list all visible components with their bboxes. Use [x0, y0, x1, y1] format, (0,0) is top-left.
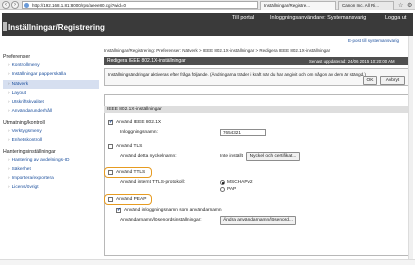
use-login-as-user-label: Använd inloggningsnamn som användarnamn: [124, 208, 222, 213]
sidebar-item-paper-source[interactable]: Inställningar papperskälla: [8, 72, 66, 77]
globe-icon: [24, 3, 29, 8]
star-icon[interactable]: ☆: [398, 2, 403, 9]
login-name-input[interactable]: 7654321: [220, 129, 266, 136]
sidebar-item-print-quality[interactable]: Utskriftskvalitet: [8, 100, 44, 105]
browser-tab-active[interactable]: Inställningar/Registre...: [260, 1, 336, 10]
sidebar-item-network[interactable]: Nätverk: [8, 82, 29, 87]
forward-button[interactable]: ›: [11, 1, 19, 9]
sidebar-item-layout[interactable]: Layout: [8, 91, 26, 96]
tab-title-2: Canon Inc. All Ri...: [342, 3, 380, 8]
section-title: IEEE 802.1X-inställningar: [104, 106, 411, 113]
address-url: http://192.168.1.81:8000/rps/aeee80.cgi?…: [32, 3, 126, 8]
ttls-protocol-label: Använd internt TTLS-protokoll:: [120, 180, 185, 185]
sidebar-section-preferences: Preferenser: [3, 54, 31, 60]
username-password-label: Användarnamn/lösenordsinställningar:: [120, 218, 202, 223]
use-peap-checkbox[interactable]: [108, 197, 113, 202]
key-certificate-button[interactable]: Nyckel och certifikat...: [246, 152, 300, 161]
last-updated: Senast uppdaterad: 24/06 2015 10:20:00 A…: [309, 59, 395, 64]
page-title: Inställningar/Registrering: [8, 23, 105, 32]
sidebar-item-device-control[interactable]: Enhetskontroll: [8, 138, 42, 143]
back-button[interactable]: ‹: [2, 1, 10, 9]
portal-link[interactable]: Till portal: [232, 15, 254, 21]
use-tls-label: Använd TLS: [116, 144, 143, 149]
sidebar-item-import-export[interactable]: Importera/exportera: [8, 176, 54, 181]
sidebar-item-tools[interactable]: Verktygsmeny: [8, 129, 42, 134]
use-tls-checkbox[interactable]: [108, 144, 113, 149]
ok-button[interactable]: OK: [363, 76, 377, 85]
login-user-label: Inloggningsanvändare: Systemansvarig: [270, 15, 367, 21]
gear-icon[interactable]: ⚙: [407, 2, 412, 9]
use-ttls-label: Använd TTLS: [116, 170, 146, 175]
mail-admin-link[interactable]: E-post till systemansvarig: [348, 38, 399, 43]
logout-link[interactable]: Logga ut: [385, 15, 406, 21]
vertical-scrollbar[interactable]: [408, 36, 413, 260]
sidebar-item-user-maintenance[interactable]: Användarunderhåll: [8, 109, 52, 114]
block-title: Redigera IEEE 802.1X-inställningar: [107, 58, 186, 64]
login-name-label: Inloggningsnamn:: [120, 130, 158, 135]
pap-label: PAP: [227, 187, 237, 192]
use-ieee-checkbox[interactable]: ✓: [108, 120, 113, 125]
address-bar[interactable]: http://192.168.1.81:8000/rps/aeee80.cgi?…: [22, 1, 258, 9]
cancel-button[interactable]: Avbryt: [380, 76, 405, 85]
sidebar-item-license[interactable]: Licens/övrigt: [8, 185, 39, 190]
use-ttls-checkbox[interactable]: [108, 170, 113, 175]
sidebar-section-output: Utmatning/kontroll: [3, 120, 45, 126]
use-login-as-user-checkbox[interactable]: ✓: [116, 208, 121, 213]
browser-tab-2[interactable]: Canon Inc. All Ri...: [338, 1, 394, 10]
key-value: Inte inställt: [220, 154, 243, 159]
change-credentials-button[interactable]: Ändra användarnamn/lösenord...: [220, 216, 296, 225]
radio-pap[interactable]: [220, 187, 225, 192]
sidebar-section-management: Hanteringsinställningar: [3, 149, 56, 155]
sidebar-item-security[interactable]: Säkerhet: [8, 167, 31, 172]
logo-bar-icon: [3, 22, 7, 31]
info-text: Inställningsändringar aktiveras efter fr…: [108, 72, 366, 77]
key-name-label: Använd detta nyckelnamn:: [120, 154, 177, 159]
use-peap-label: Använd PEAP: [116, 197, 147, 202]
breadcrumb: Inställningar/Registrering: Preferenser:…: [104, 48, 331, 53]
main-content: Inställningar/Registrering: Preferenser:…: [104, 48, 411, 258]
use-ieee-label: Använd IEEE 802.1X: [116, 120, 162, 125]
tab-title: Inställningar/Registre...: [264, 3, 311, 8]
sidebar-item-kontrollmeny[interactable]: Kontrollmeny: [8, 63, 40, 68]
radio-mschapv2[interactable]: [220, 180, 225, 185]
info-box: Inställningsändringar aktiveras efter fr…: [104, 68, 411, 86]
bottom-bar: [0, 259, 415, 265]
mschapv2-label: MSCHAPv2: [227, 180, 253, 185]
sidebar-item-department-id[interactable]: Hantering av avdelnings-ID: [8, 158, 70, 163]
